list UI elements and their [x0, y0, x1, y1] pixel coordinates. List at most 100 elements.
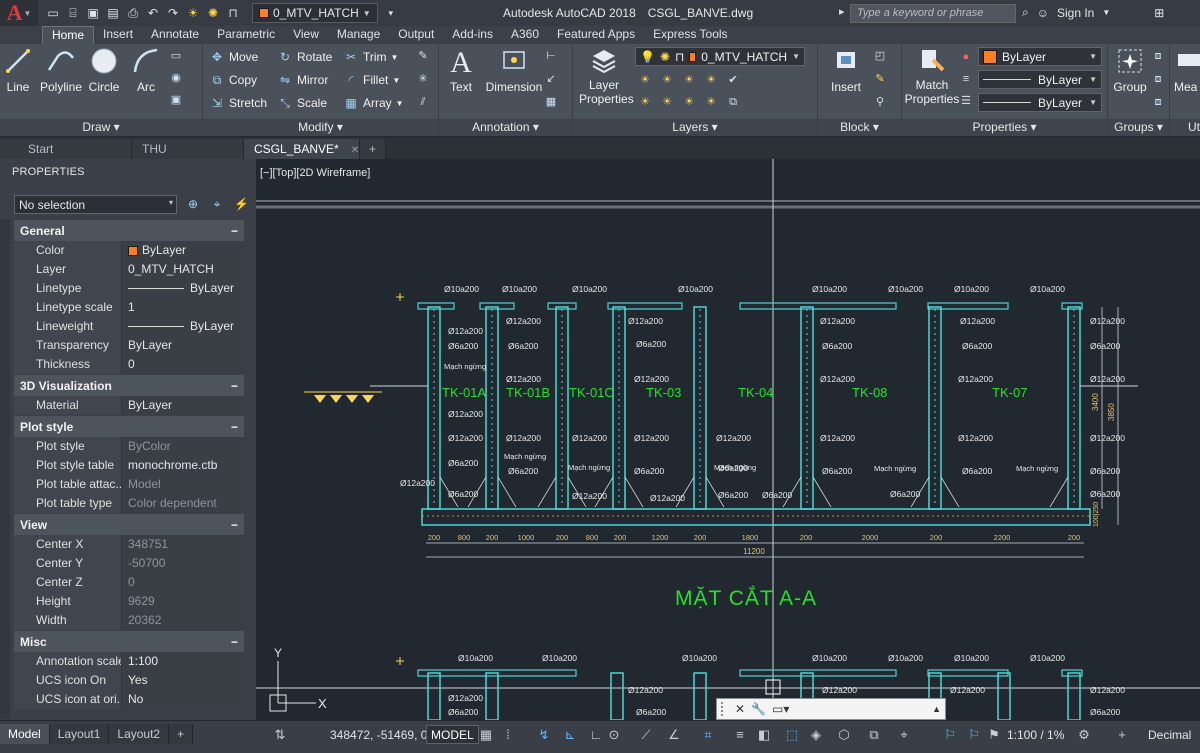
polyline-button[interactable]: Polyline [37, 46, 85, 94]
tab-model[interactable]: Model [0, 724, 50, 744]
group-edit-icon[interactable]: ⧈ [1150, 71, 1166, 87]
collapse-icon[interactable]: − [231, 224, 238, 238]
object-snap-tracking-icon[interactable]: ∠ [666, 727, 682, 743]
circle-button[interactable]: Circle [82, 46, 126, 94]
property-row[interactable]: UCS icon On Yes [14, 671, 244, 690]
property-value[interactable]: -50700 [122, 554, 244, 573]
move-button[interactable]: ✥ Move [209, 47, 258, 67]
collapse-icon[interactable]: − [231, 518, 238, 532]
tab-a360[interactable]: A360 [502, 26, 548, 44]
line-button[interactable]: Line [0, 46, 40, 94]
layer-previous-icon[interactable]: ☀ [659, 94, 675, 110]
drawing-area[interactable]: TK-01A TK-01B TK-01C TK-03 TK-04 TK-08 TK-07 Ø1… [256, 159, 1200, 720]
groups-panel-title[interactable]: Groups ▾ [1108, 119, 1169, 136]
layer-off-icon[interactable]: ☀ [637, 72, 653, 88]
create-block-icon[interactable]: ◰ [872, 48, 888, 64]
scale-button[interactable]: ⤡ Scale [277, 93, 327, 113]
binoculars-icon[interactable]: ⌕ [1022, 5, 1029, 20]
property-value[interactable]: Color dependent [122, 494, 244, 513]
dimension-button[interactable]: Dimension [483, 46, 545, 94]
qat-layer-dropdown[interactable]: 0_MTV_HATCH ▼ [252, 3, 378, 23]
layer-dropdown[interactable]: 💡 ✺ ⊓ 0_MTV_HATCH ▼ [635, 47, 805, 66]
file-tab-thu-viencad[interactable]: THU VIENCAD*✕ [132, 139, 244, 176]
property-value[interactable]: No [122, 690, 244, 709]
property-value[interactable]: 9629 [122, 592, 244, 611]
command-line[interactable]: ✕ 🔧 ▭▾ ▲ [716, 698, 946, 720]
stretch-button[interactable]: ⇲ Stretch [209, 93, 267, 113]
leader-icon[interactable]: ↙ [543, 71, 559, 87]
collapse-icon[interactable]: − [231, 379, 238, 393]
color-dropdown[interactable]: ByLayer ▼ [978, 47, 1102, 66]
3d-osnap-icon[interactable]: ◈ [808, 727, 824, 743]
property-row[interactable]: Color ByLayer [14, 241, 244, 260]
model-space-toggle[interactable]: MODEL [426, 725, 479, 744]
drag-handle[interactable] [721, 702, 729, 716]
tab-home[interactable]: Home [42, 26, 95, 44]
lock-icon[interactable]: ⊓ [226, 6, 240, 20]
layer-isolate-icon[interactable]: ☀ [659, 72, 675, 88]
explode-icon[interactable]: ✳ [415, 71, 431, 87]
user-icon[interactable]: ☺ [1037, 6, 1049, 20]
section-header[interactable]: General − [14, 220, 244, 241]
chevron-up-icon[interactable]: ▲ [932, 704, 941, 714]
property-row[interactable]: Height 9629 [14, 592, 244, 611]
property-value[interactable]: 1 [122, 298, 244, 317]
property-value[interactable]: Model [122, 475, 244, 494]
save-icon[interactable]: ▣ [86, 6, 100, 20]
property-row[interactable]: Center Y -50700 [14, 554, 244, 573]
tab-parametric[interactable]: Parametric [208, 26, 284, 44]
block-panel-title[interactable]: Block ▾ [818, 119, 901, 136]
property-row[interactable]: Linetype ByLayer [14, 279, 244, 298]
text-button[interactable]: A Text [439, 46, 483, 94]
property-value[interactable]: monochrome.ctb [122, 456, 244, 475]
close-icon[interactable]: ✕ [735, 702, 745, 716]
gizmo-icon[interactable]: ⌖ [896, 727, 912, 743]
property-value[interactable]: ByColor [122, 437, 244, 456]
annotation-visibility-icon[interactable]: ⚐ [942, 727, 958, 743]
selection-cycling-icon[interactable]: ⬚ [784, 727, 800, 743]
group-select-icon[interactable]: ⧈ [1150, 94, 1166, 110]
edit-block-icon[interactable]: ✎ [872, 71, 888, 87]
property-value[interactable]: ByLayer [122, 317, 244, 336]
toggle-pickadd-icon[interactable]: ⊕ [186, 197, 200, 211]
property-row[interactable]: Width 20362 [14, 611, 244, 630]
lightbulb-icon[interactable]: ☀ [186, 6, 200, 20]
tab-manage[interactable]: Manage [328, 26, 389, 44]
customize-qat-icon[interactable]: ▾ [384, 6, 398, 20]
layers-panel-title[interactable]: Layers ▾ [573, 119, 817, 136]
selection-dropdown[interactable]: No selection ▾ [14, 195, 177, 214]
property-row[interactable]: Linetype scale 1 [14, 298, 244, 317]
section-header[interactable]: 3D Visualization − [14, 375, 244, 396]
tab-layout1[interactable]: Layout1 [49, 724, 110, 744]
offset-icon[interactable]: ⫽ [415, 94, 431, 110]
rectangle-icon[interactable]: ▭ [168, 48, 184, 64]
tab-layout2[interactable]: Layout2 [109, 724, 170, 744]
layer-properties-button[interactable]: Layer Properties [579, 46, 634, 106]
annotation-scale-icon[interactable]: ⚑ [986, 727, 1002, 743]
property-value[interactable]: ByLayer [122, 336, 244, 355]
close-icon[interactable]: ✕ [351, 145, 359, 156]
layer-match-icon[interactable]: ☀ [637, 94, 653, 110]
select-objects-icon[interactable]: ⌖ [210, 197, 224, 211]
layer-freeze-icon[interactable]: ☀ [681, 72, 697, 88]
chevron-down-icon[interactable]: ▼ [1102, 8, 1110, 17]
polar-icon[interactable]: ⊙ [606, 727, 622, 743]
property-row[interactable]: Thickness 0 [14, 355, 244, 374]
isodraft-icon[interactable]: ⟋ [638, 727, 654, 743]
status-menu-icon[interactable]: ⇅ [272, 727, 288, 743]
property-row[interactable]: UCS icon at ori... No [14, 690, 244, 709]
object-snap-icon[interactable]: ⌗ [700, 727, 716, 743]
property-value[interactable]: 0 [122, 573, 244, 592]
copy-button[interactable]: ⧉ Copy [209, 70, 257, 90]
property-row[interactable]: Lineweight ByLayer [14, 317, 244, 336]
layer-walk-icon[interactable]: ⧉ [725, 94, 741, 110]
expand-search-icon[interactable]: ▸ [839, 5, 845, 18]
undo-icon[interactable]: ↶ [146, 6, 160, 20]
collapse-icon[interactable]: − [231, 635, 238, 649]
property-value[interactable]: ByLayer [122, 241, 244, 260]
property-value[interactable]: 0 [122, 355, 244, 374]
property-row[interactable]: Annotation scale 1:100 [14, 652, 244, 671]
sign-in-link[interactable]: Sign In [1057, 6, 1094, 20]
save-as-icon[interactable]: ▤ [106, 6, 120, 20]
fillet-button[interactable]: ◜ Fillet ▼ [343, 70, 401, 90]
